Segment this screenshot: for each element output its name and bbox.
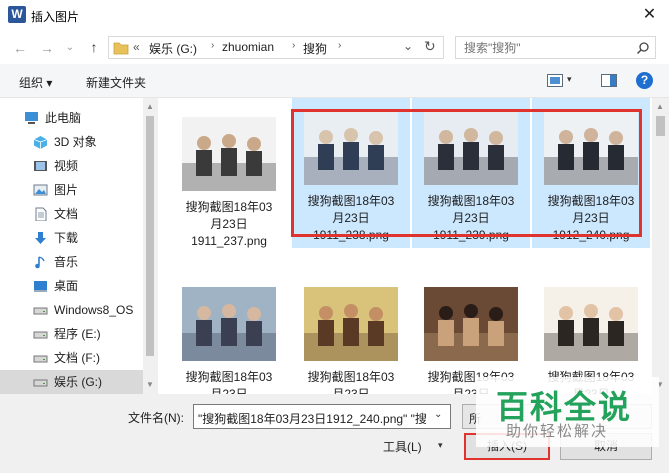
drive-icon (33, 379, 48, 387)
organize-menu-button[interactable]: 组织 ▾ (19, 74, 52, 91)
overflow-chevron[interactable]: « (133, 40, 140, 54)
file-item[interactable]: 搜狗截图18年03月23日1921_241.png (170, 274, 288, 394)
sidebar-item-label: 娱乐 (G:) (54, 375, 102, 389)
drive-icon (33, 307, 48, 315)
sidebar-item[interactable]: 图片 (0, 178, 143, 202)
annotation-highlight-box (291, 109, 642, 237)
sidebar-item-label: 此电脑 (45, 111, 82, 125)
refresh-icon[interactable]: ↻ (424, 38, 436, 55)
navigation-pane-scroll-thumb[interactable] (146, 116, 154, 356)
filename-field[interactable]: "搜狗截图18年03月23日1912_240.png" "搜 ⌄ (193, 404, 451, 429)
sidebar-item[interactable]: 娱乐 (G:) (0, 370, 143, 394)
file-name-line: 搜狗截图18年03 (185, 200, 273, 214)
file-list-scrollbar[interactable]: ▲ ▼ (652, 98, 669, 394)
up-arrow-icon[interactable]: ↑ (84, 37, 104, 57)
sidebar-item-label: 桌面 (54, 279, 79, 293)
image-thumbnail (182, 287, 276, 361)
drive-icon (33, 355, 48, 363)
document-icon (35, 207, 47, 221)
breadcrumb-separator-icon[interactable]: › (211, 40, 214, 51)
image-thumbnail (182, 117, 276, 191)
sidebar-item[interactable]: Windows8_OS (0, 298, 143, 322)
sidebar-item[interactable]: 视频 (0, 154, 143, 178)
breadcrumb-folder-sougou[interactable]: 搜狗 (303, 40, 327, 57)
sidebar-item-label: 文档 (54, 207, 79, 221)
new-folder-button[interactable]: 新建文件夹 (86, 74, 146, 91)
download-icon (35, 232, 46, 244)
sidebar-item-label: 程序 (E:) (54, 327, 101, 341)
picture-icon (33, 184, 48, 196)
help-icon[interactable]: ? (636, 72, 653, 89)
computer-icon (25, 112, 38, 124)
file-name-line: 月23日 (332, 387, 370, 394)
sidebar-item-label: 图片 (54, 183, 79, 197)
sidebar-item[interactable]: 程序 (E:) (0, 322, 143, 346)
image-thumbnail (304, 287, 398, 361)
file-name-line: 搜狗截图18年03 (185, 370, 273, 384)
drive-icon (33, 331, 48, 339)
address-bar[interactable]: « 娱乐 (G:) › zhuomian › 搜狗 › ⌄ ↻ (108, 36, 444, 59)
cube-icon (33, 136, 48, 149)
filename-label: 文件名(N): (128, 411, 184, 425)
breadcrumb-folder-zhuomian[interactable]: zhuomian (222, 40, 274, 54)
preview-pane-icon[interactable] (601, 74, 617, 87)
sidebar-item[interactable]: 音乐 (0, 250, 143, 274)
title-bar (0, 0, 669, 30)
tools-menu-button[interactable]: 工具(L) (383, 438, 422, 455)
search-icon[interactable] (636, 41, 650, 55)
back-arrow-icon[interactable]: ← (10, 38, 30, 58)
breadcrumb-separator-icon[interactable]: › (338, 40, 341, 51)
navigation-pane-scrollbar[interactable]: ▲ ▼ (143, 98, 157, 394)
window-title: 插入图片 (31, 10, 80, 24)
filename-value[interactable]: "搜狗截图18年03月23日1912_240.png" "搜 (198, 410, 426, 427)
view-options-icon[interactable] (547, 74, 563, 87)
file-item[interactable]: 搜狗截图18年03 月23日 1911_237.png (170, 104, 288, 254)
recent-locations-chevron-icon[interactable]: ⌄ (60, 38, 80, 58)
forward-arrow-icon[interactable]: → (37, 38, 57, 58)
file-name-line: 月23日 (210, 387, 248, 394)
file-name-line: 1911_237.png (191, 234, 267, 248)
sidebar-item-label: 文档 (F:) (54, 351, 100, 365)
filename-dropdown-chevron-icon[interactable]: ⌄ (434, 409, 442, 420)
breadcrumb-separator-icon[interactable]: › (292, 40, 295, 51)
sidebar-item[interactable]: 文档 (F:) (0, 346, 143, 370)
close-button[interactable]: ✕ (630, 0, 669, 30)
sidebar-item-label: 视频 (54, 159, 79, 173)
sidebar-item[interactable]: 桌面 (0, 274, 143, 298)
file-list-scroll-thumb[interactable] (656, 116, 665, 136)
sidebar-item[interactable]: 3D 对象 (0, 130, 143, 154)
word-app-icon: W (8, 6, 26, 23)
sidebar-item[interactable]: 下载 (0, 226, 143, 250)
music-icon (35, 256, 45, 269)
sidebar-item-label: 3D 对象 (54, 135, 97, 149)
file-name-line: 月23日 (210, 217, 248, 231)
file-name-line: 搜狗截图18年03 (307, 370, 395, 384)
breadcrumb-drive[interactable]: 娱乐 (G:) (149, 40, 197, 57)
file-item[interactable]: 搜狗截图18年03月23日1922_242.png (292, 274, 410, 394)
search-box[interactable] (455, 36, 656, 59)
folder-icon (113, 42, 129, 55)
image-thumbnail (424, 287, 518, 361)
file-item[interactable]: 搜狗截图18年03月23日1923_244.png (532, 274, 650, 394)
view-dropdown-chevron-icon[interactable]: ▾ (567, 74, 572, 85)
sidebar-item[interactable]: 文档 (0, 202, 143, 226)
address-dropdown-chevron-icon[interactable]: ⌄ (403, 39, 413, 53)
file-item[interactable]: 搜狗截图18年03月23日1922_243.png (412, 274, 530, 394)
sidebar-item-label: 下载 (54, 231, 79, 245)
image-thumbnail (544, 287, 638, 361)
watermark-slogan: 助你轻松解决 (506, 423, 609, 440)
search-input[interactable] (462, 39, 632, 56)
desktop-icon (34, 281, 47, 292)
sidebar-item-label: 音乐 (54, 255, 79, 269)
sidebar-item[interactable]: 此电脑 (0, 106, 143, 130)
tools-dropdown-chevron-icon[interactable]: ▾ (438, 440, 443, 451)
video-icon (34, 161, 47, 171)
sidebar-item-label: Windows8_OS (54, 303, 134, 317)
